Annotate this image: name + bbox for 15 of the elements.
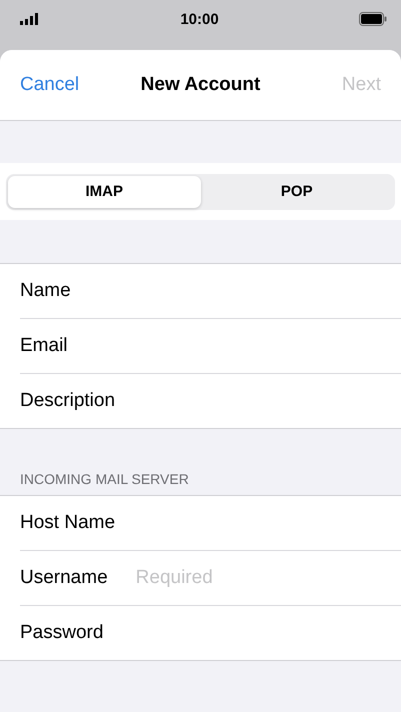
field-label: Name xyxy=(20,280,71,302)
field-label: Email xyxy=(20,335,68,357)
segment-tab[interactable]: IMAP xyxy=(8,176,200,208)
signal-icon xyxy=(20,13,40,25)
field-label: Description xyxy=(20,390,116,412)
section-header: INCOMING MAIL SERVER xyxy=(19,470,190,489)
field-label: Username xyxy=(20,567,108,589)
cancel-button[interactable]: Cancel xyxy=(20,74,80,96)
text-input[interactable]: Required xyxy=(134,566,385,590)
sheet-title: New Account xyxy=(140,74,260,96)
status-time: 10:00 xyxy=(180,10,219,28)
field-label: Password xyxy=(20,622,104,644)
battery-icon xyxy=(359,12,387,26)
segment-tab[interactable]: POP xyxy=(200,176,393,208)
field-label: Host Name xyxy=(20,512,116,534)
